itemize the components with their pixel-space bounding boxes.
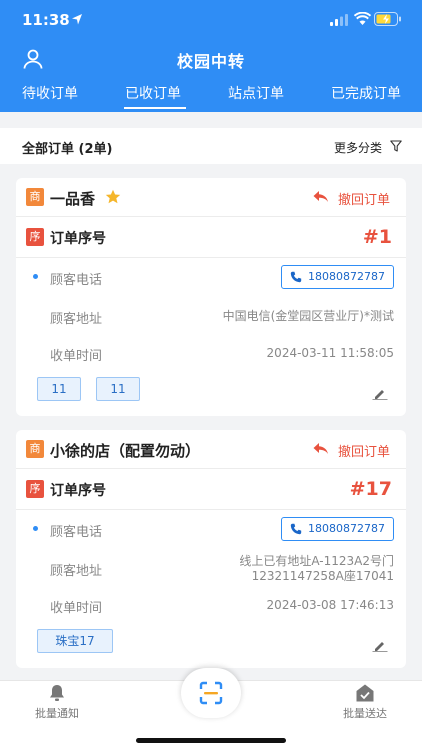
bullet-dot [33, 274, 38, 279]
call-customer-button[interactable]: 18080872787 [281, 265, 394, 289]
seq-badge: 序 [26, 480, 44, 498]
batch-notify-label: 批量通知 [35, 707, 79, 720]
revoke-order-button[interactable]: 撤回订单 [338, 189, 390, 208]
batch-deliver-label: 批量送达 [343, 707, 387, 720]
receive-time: 2024-03-11 11:58:05 [266, 346, 394, 360]
customer-phone: 18080872787 [308, 522, 385, 535]
undo-arrow-icon[interactable] [313, 442, 329, 456]
undo-arrow-icon[interactable] [313, 190, 329, 204]
order-tabs: 待收订单 已收订单 站点订单 已完成订单 [0, 80, 422, 112]
home-deliver-icon [356, 684, 374, 702]
order-tag: 11 [96, 377, 140, 401]
scan-button[interactable] [181, 668, 241, 718]
batch-notify-button[interactable]: 批量通知 [12, 681, 102, 729]
shop-badge: 商 [26, 440, 44, 458]
battery-charging-icon [374, 12, 401, 26]
revoke-order-button[interactable]: 撤回订单 [338, 441, 390, 460]
wifi-icon [354, 12, 371, 25]
shop-name: 小徐的店（配置勿动） [50, 442, 201, 460]
bullet-dot [33, 526, 38, 531]
order-seq-number: #17 [349, 478, 392, 500]
filter-funnel-icon[interactable] [390, 140, 402, 152]
filter-bar: 全部订单 (2单) 更多分类 [0, 128, 422, 164]
seq-row: 序 订单序号 #17 [16, 469, 406, 509]
phone-label: 顾客电话 [50, 273, 103, 288]
phone-icon [290, 523, 302, 535]
phone-label: 顾客电话 [50, 525, 103, 540]
edit-pencil-icon[interactable] [372, 388, 388, 400]
tab-received[interactable]: 已收订单 [125, 83, 181, 103]
phone-icon [290, 271, 302, 283]
order-card: 商 小徐的店（配置勿动） 撤回订单 序 订单序号 #17 顾客电话 180808… [16, 430, 406, 668]
order-tag: 珠宝17 [37, 629, 113, 653]
batch-deliver-button[interactable]: 批量送达 [320, 681, 410, 729]
customer-address-line1: 线上已有地址A-1123A2号门 [239, 554, 394, 568]
status-bar: 11:38 [0, 0, 422, 40]
app-header: 11:38 校园中转 待收订单 已收订单 站点订单 已完成订单 [0, 0, 422, 112]
more-categories-button[interactable]: 更多分类 [334, 139, 382, 156]
seq-badge: 序 [26, 228, 44, 246]
shop-name: 一品香 [50, 190, 96, 208]
seq-label: 订单序号 [50, 483, 106, 499]
address-row: 顾客地址 线上已有地址A-1123A2号门 12321147258A座17041 [16, 550, 406, 590]
tab-station[interactable]: 站点订单 [228, 83, 284, 103]
address-label: 顾客地址 [50, 564, 103, 579]
time-label: 收单时间 [50, 349, 103, 364]
phone-row: 顾客电话 18080872787 [16, 258, 406, 296]
tab-completed[interactable]: 已完成订单 [331, 83, 401, 103]
order-card: 商 一品香 撤回订单 序 订单序号 #1 顾客电话 18080872787 顾客… [16, 178, 406, 416]
call-customer-button[interactable]: 18080872787 [281, 517, 394, 541]
page-title: 校园中转 [176, 52, 245, 71]
seq-row: 序 订单序号 #1 [16, 217, 406, 257]
seq-label: 订单序号 [50, 231, 106, 247]
status-time: 11:38 [22, 11, 70, 29]
order-seq-number: #1 [362, 226, 392, 248]
phone-row: 顾客电话 18080872787 [16, 510, 406, 548]
tab-pending-receipt[interactable]: 待收订单 [22, 83, 78, 103]
shop-row: 商 一品香 撤回订单 [16, 178, 406, 216]
bell-icon [50, 685, 64, 701]
customer-phone: 18080872787 [308, 270, 385, 283]
time-row: 收单时间 2024-03-08 17:46:13 [16, 590, 406, 626]
scan-icon [199, 681, 223, 705]
star-icon [105, 189, 121, 204]
customer-address-line2: 12321147258A座17041 [251, 569, 394, 583]
location-arrow-icon [72, 14, 82, 25]
time-row: 收单时间 2024-03-11 11:58:05 [16, 336, 406, 372]
order-tag: 11 [37, 377, 81, 401]
receive-time: 2024-03-08 17:46:13 [266, 598, 394, 612]
order-count-label[interactable]: 全部订单 (2单) [22, 138, 112, 157]
customer-address: 中国电信(金堂园区营业厅)*测试 [222, 309, 394, 323]
time-label: 收单时间 [50, 601, 103, 616]
home-indicator [136, 738, 286, 743]
shop-badge: 商 [26, 188, 44, 206]
active-tab-indicator [124, 107, 186, 109]
shop-row: 商 小徐的店（配置勿动） 撤回订单 [16, 430, 406, 468]
address-row: 顾客地址 中国电信(金堂园区营业厅)*测试 [16, 298, 406, 334]
signal-icon [330, 14, 348, 26]
address-label: 顾客地址 [50, 312, 103, 327]
edit-pencil-icon[interactable] [372, 640, 388, 652]
